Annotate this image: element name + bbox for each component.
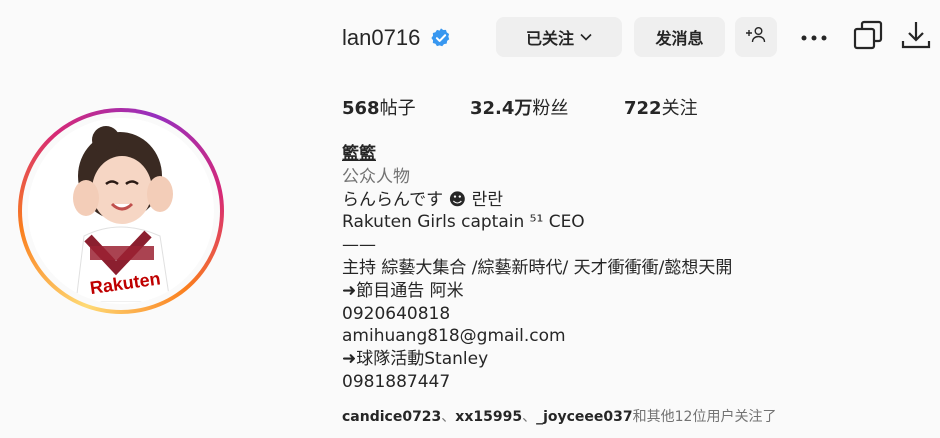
following-label: 关注 (661, 98, 698, 119)
copy-button[interactable] (851, 20, 885, 54)
bio-phone: 0981887447 (342, 371, 451, 392)
bio-line: ➜球隊活動Stanley (342, 349, 489, 370)
more-options-icon (801, 28, 827, 46)
followed-by-suffix: 和其他12位用户关注了 (632, 409, 777, 425)
download-button[interactable] (899, 20, 933, 54)
message-button-label: 发消息 (655, 29, 704, 48)
profile-avatar[interactable]: Rakuten (28, 118, 214, 304)
following-stat[interactable]: 722关注 (624, 94, 698, 120)
followed-by-user[interactable]: xx15995 (455, 409, 522, 425)
following-button-label: 已关注 (525, 29, 574, 48)
profile-avatar-ring[interactable]: Rakuten (18, 108, 224, 314)
copy-icon (853, 20, 883, 55)
followed-by-user[interactable]: _joyceee037 (536, 409, 633, 425)
bio-email: amihuang818@gmail.com (342, 326, 566, 347)
bio-line: ➜節目通告 阿米 (342, 280, 464, 301)
profile-header: lan0716 (342, 18, 452, 58)
followed-by-text[interactable]: candice0723、xx15995、_joyceee037和其他12位用户关… (342, 406, 776, 426)
posts-label: 帖子 (379, 98, 416, 119)
avatar-gap: Rakuten (22, 112, 220, 310)
bio-phone: 0920640818 (342, 303, 451, 324)
more-options-button[interactable] (797, 20, 831, 54)
followers-label: 粉丝 (532, 98, 569, 119)
bio-line: Rakuten Girls captain ⁵¹ CEO (342, 212, 585, 233)
followers-stat[interactable]: 32.4万粉丝 (470, 94, 568, 120)
profile-bio: 籃籃 公众人物 らんらんです ☻ 란란 Rakuten Girls captai… (342, 143, 732, 394)
profile-full-name: 籃籃 (342, 144, 376, 164)
following-count: 722 (624, 98, 662, 119)
bio-line: らんらんです ☻ 란란 (342, 189, 503, 210)
profile-category: 公众人物 (342, 166, 410, 187)
followed-by-user[interactable]: candice0723 (342, 409, 441, 425)
followers-count: 32.4万 (470, 98, 533, 119)
message-button[interactable]: 发消息 (634, 17, 725, 57)
separator: 、 (441, 409, 456, 425)
bio-line: 主持 綜藝大集合 /綜藝新時代/ 天才衝衝衝/懿想天開 (342, 257, 733, 278)
following-button[interactable]: 已关注 (496, 17, 622, 57)
add-user-button[interactable] (735, 17, 777, 57)
separator: 、 (522, 409, 537, 425)
verified-badge-icon (430, 27, 452, 49)
download-icon (901, 20, 931, 55)
avatar-image: Rakuten (28, 118, 212, 302)
posts-count: 568 (342, 98, 380, 119)
profile-username: lan0716 (342, 25, 421, 50)
add-user-icon (746, 26, 766, 48)
posts-stat: 568帖子 (342, 94, 416, 120)
bio-line: —— (342, 235, 376, 256)
chevron-down-icon (580, 29, 592, 45)
